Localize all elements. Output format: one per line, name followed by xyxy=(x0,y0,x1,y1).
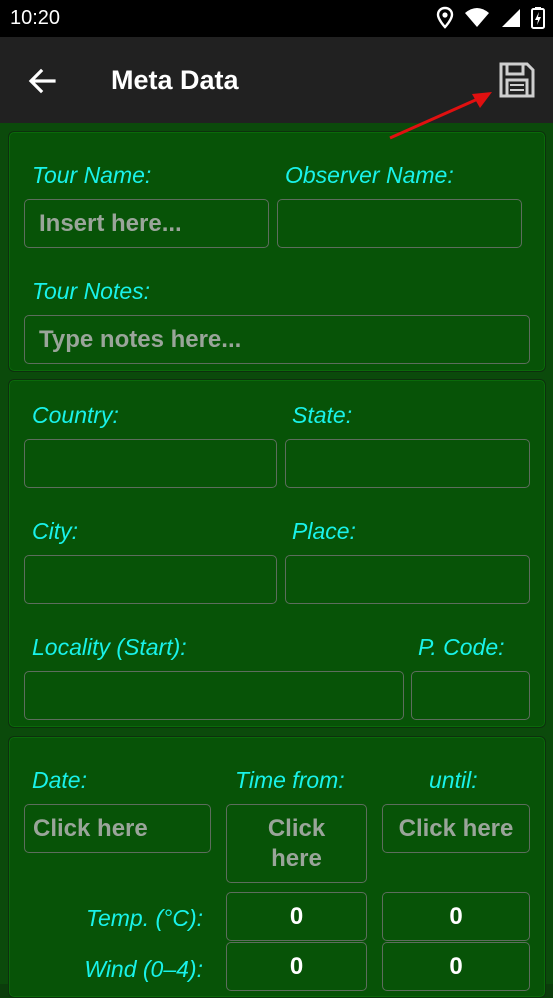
tour-name-field[interactable]: Insert here... xyxy=(24,199,269,248)
country-label: Country: xyxy=(32,402,119,428)
page-title: Meta Data xyxy=(111,65,239,95)
location-card: Country: State: City: Place: Locality (S… xyxy=(8,379,546,728)
country-field[interactable] xyxy=(24,439,277,488)
postal-code-label: P. Code: xyxy=(418,634,505,660)
time-from-label: Time from: xyxy=(235,767,345,793)
temperature-label: Temp. (°C): xyxy=(86,905,203,931)
state-field[interactable] xyxy=(285,439,530,488)
tour-card: Tour Name: Observer Name: Insert here...… xyxy=(8,131,546,372)
observer-name-field[interactable] xyxy=(277,199,522,248)
temperature-until-field[interactable]: 0 xyxy=(382,892,530,941)
time-until-field[interactable]: Click here xyxy=(382,804,530,853)
locality-label: Locality (Start): xyxy=(32,634,187,660)
postal-code-field[interactable] xyxy=(411,671,530,720)
city-label: City: xyxy=(32,518,78,544)
city-field[interactable] xyxy=(24,555,277,604)
until-label: until: xyxy=(429,767,478,793)
wifi-icon xyxy=(465,8,490,27)
tour-name-label: Tour Name: xyxy=(32,162,152,188)
wind-label: Wind (0–4): xyxy=(84,956,203,982)
signal-icon xyxy=(501,9,520,27)
temperature-from-field[interactable]: 0 xyxy=(226,892,367,941)
place-label: Place: xyxy=(292,518,356,544)
tour-notes-field[interactable]: Type notes here... xyxy=(24,315,530,364)
locality-field[interactable] xyxy=(24,671,404,720)
status-icons xyxy=(430,6,545,30)
state-label: State: xyxy=(292,402,353,428)
time-card: Date: Time from: until: Click here Click… xyxy=(8,736,546,998)
status-bar: 10:20 xyxy=(0,0,553,37)
status-time: 10:20 xyxy=(10,7,61,29)
annotation-arrow-icon xyxy=(389,92,492,140)
time-from-field[interactable]: Click here xyxy=(226,804,367,883)
location-icon xyxy=(436,6,453,29)
tour-notes-label: Tour Notes: xyxy=(32,278,151,304)
date-label: Date: xyxy=(32,767,87,793)
battery-icon xyxy=(531,7,545,29)
observer-name-label: Observer Name: xyxy=(285,162,454,188)
date-field[interactable]: Click here xyxy=(24,804,211,853)
save-icon[interactable] xyxy=(497,60,537,100)
back-arrow-icon[interactable] xyxy=(26,65,58,97)
form-content: Tour Name: Observer Name: Insert here...… xyxy=(0,123,553,998)
place-field[interactable] xyxy=(285,555,530,604)
